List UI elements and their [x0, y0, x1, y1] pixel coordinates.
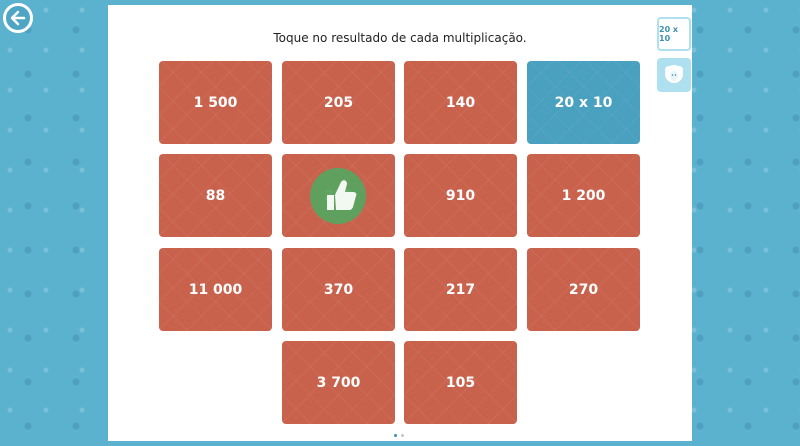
tile-label: 20 x 10 — [554, 94, 613, 111]
question-tile: 20 x 10 — [527, 61, 640, 144]
tile-label: 205 — [323, 94, 354, 111]
tile-label: 3 700 — [316, 374, 361, 391]
answer-tile[interactable]: 217 — [404, 248, 517, 331]
answer-tile[interactable]: 370 — [282, 248, 395, 331]
tile-label: 370 — [323, 281, 354, 298]
page-indicator — [394, 434, 404, 437]
answer-tile[interactable]: 88 — [159, 154, 272, 237]
instruction-text: Toque no resultado de cada multiplicação… — [273, 31, 527, 45]
arrow-left-icon — [10, 10, 26, 26]
page-dot-active[interactable] — [394, 434, 397, 437]
page-dot[interactable] — [401, 434, 404, 437]
tile-label: 217 — [445, 281, 476, 298]
tile-label: 270 — [568, 281, 599, 298]
back-button[interactable] — [3, 3, 33, 33]
helper-button[interactable] — [657, 58, 691, 92]
thumbs-up-icon — [310, 168, 366, 224]
answer-tile[interactable]: 105 — [404, 341, 517, 424]
tile-label: 1 500 — [193, 94, 238, 111]
answer-tile-correct[interactable]: 200 — [282, 154, 395, 237]
sheep-icon — [665, 65, 683, 83]
answer-tile[interactable]: 1 500 — [159, 61, 272, 144]
tile-label: 140 — [445, 94, 476, 111]
answer-tile[interactable]: 205 — [282, 61, 395, 144]
answer-tile[interactable]: 11 000 — [159, 248, 272, 331]
current-question-label: 20 x 10 — [659, 25, 679, 43]
answer-tile[interactable]: 270 — [527, 248, 640, 331]
current-question-button[interactable]: 20 x 10 — [657, 17, 691, 51]
tile-label: 105 — [445, 374, 476, 391]
answer-tile[interactable]: 1 200 — [527, 154, 640, 237]
tile-label: 88 — [205, 187, 226, 204]
game-board: Toque no resultado de cada multiplicação… — [108, 5, 692, 441]
answer-tile[interactable]: 140 — [404, 61, 517, 144]
answer-tile[interactable]: 3 700 — [282, 341, 395, 424]
tile-label: 1 200 — [561, 187, 606, 204]
answer-tile[interactable]: 910 — [404, 154, 517, 237]
tile-label: 910 — [445, 187, 476, 204]
tile-label: 11 000 — [188, 281, 243, 298]
